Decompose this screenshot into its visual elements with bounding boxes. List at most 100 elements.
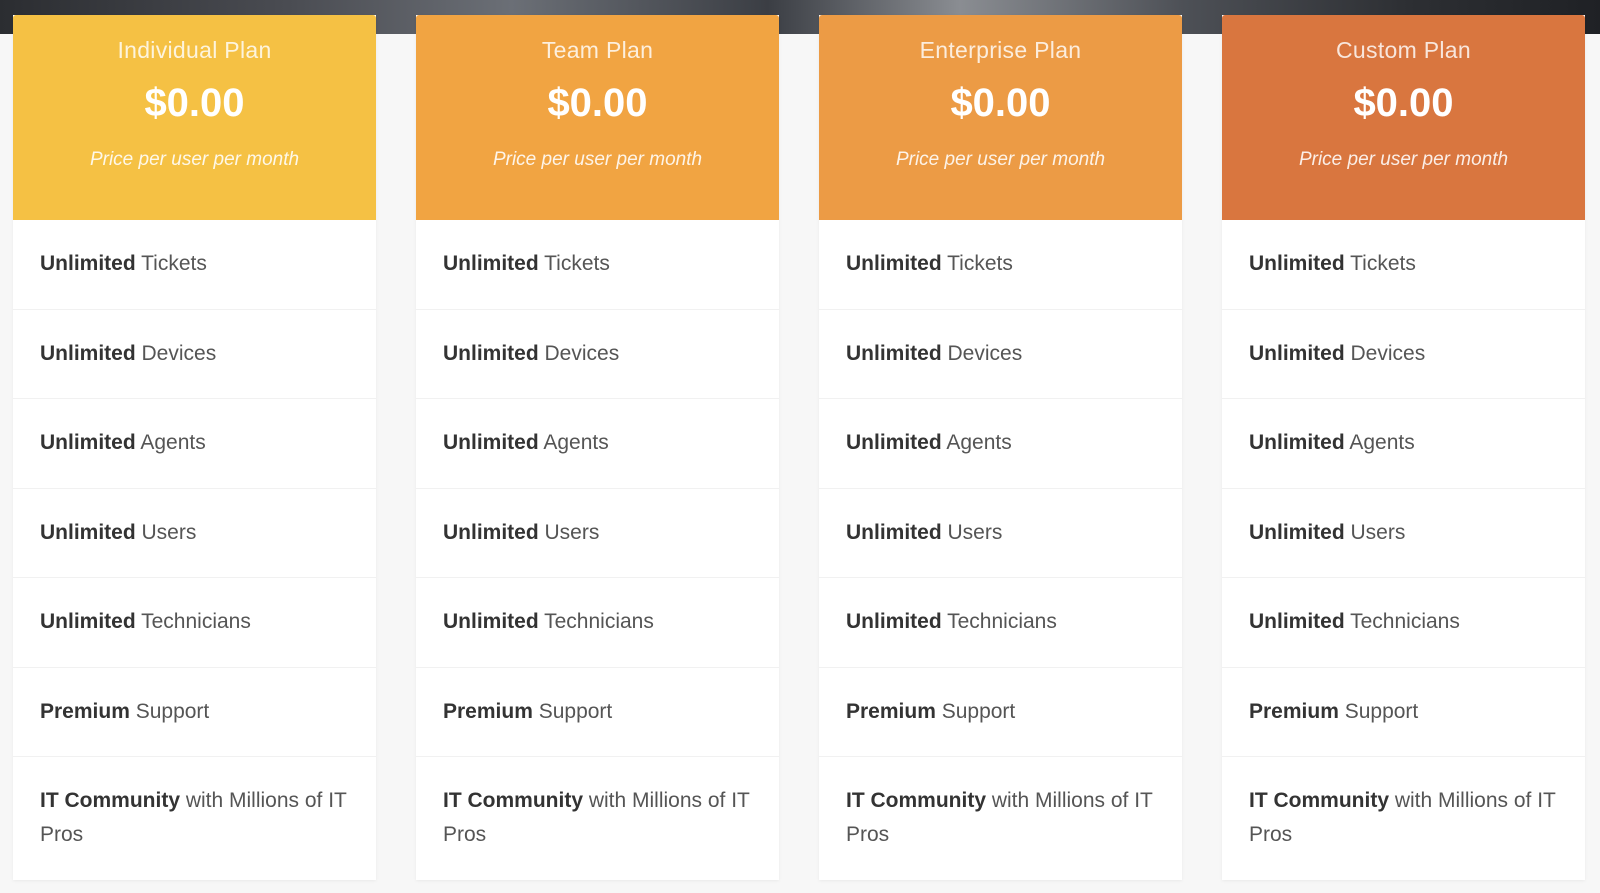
feature-highlight: IT Community	[1249, 789, 1389, 812]
plan-header: Custom Plan $0.00 Price per user per mon…	[1222, 15, 1585, 220]
feature-text: Agents	[941, 431, 1012, 455]
feature-item: Unlimited Users	[13, 489, 376, 578]
feature-item: IT Community with Millions of IT Pros	[13, 757, 376, 880]
feature-item: Unlimited Agents	[1222, 399, 1585, 489]
feature-list: Unlimited Tickets Unlimited Devices Unli…	[819, 220, 1182, 880]
feature-text: Devices	[941, 341, 1023, 365]
plan-name: Custom Plan	[1336, 37, 1471, 63]
plan-price-note: Price per user per month	[895, 149, 1106, 170]
feature-text: Users	[941, 520, 1003, 544]
feature-text: Users	[538, 520, 600, 544]
feature-item: Unlimited Devices	[1222, 310, 1585, 399]
feature-highlight: Unlimited	[40, 431, 136, 455]
feature-highlight: Premium	[443, 699, 533, 723]
feature-item: Unlimited Tickets	[416, 220, 779, 310]
feature-text: Agents	[135, 431, 206, 455]
feature-item: Unlimited Tickets	[13, 220, 376, 310]
feature-highlight: Unlimited	[40, 610, 136, 634]
plan-card-custom: Custom Plan $0.00 Price per user per mon…	[1222, 15, 1585, 880]
feature-text: Devices	[1344, 341, 1426, 365]
feature-text: Devices	[538, 341, 620, 365]
feature-text: Agents	[538, 431, 609, 455]
feature-text: Technicians	[538, 610, 654, 634]
feature-text: Tickets	[135, 252, 207, 276]
feature-text: Tickets	[941, 252, 1013, 276]
feature-highlight: Unlimited	[443, 252, 539, 276]
feature-text: Support	[532, 699, 613, 723]
feature-highlight: Premium	[846, 699, 936, 723]
feature-list: Unlimited Tickets Unlimited Devices Unli…	[416, 220, 779, 880]
feature-highlight: Unlimited	[846, 252, 942, 276]
feature-highlight: Unlimited	[846, 520, 942, 544]
plan-price-note: Price per user per month	[492, 149, 703, 170]
feature-highlight: Premium	[40, 699, 130, 723]
feature-highlight: Unlimited	[443, 520, 539, 544]
feature-item: Unlimited Tickets	[819, 220, 1182, 310]
feature-highlight: Unlimited	[40, 252, 136, 276]
feature-item: Premium Support	[1222, 668, 1585, 757]
feature-highlight: Unlimited	[846, 431, 942, 455]
feature-highlight: IT Community	[443, 789, 583, 812]
feature-text: Technicians	[941, 610, 1057, 634]
feature-highlight: Unlimited	[40, 341, 136, 365]
feature-item: Unlimited Devices	[416, 310, 779, 399]
plan-header: Enterprise Plan $0.00 Price per user per…	[819, 15, 1182, 220]
feature-text: Tickets	[538, 252, 610, 276]
plan-card-enterprise: Enterprise Plan $0.00 Price per user per…	[819, 15, 1182, 880]
plan-header: Individual Plan $0.00 Price per user per…	[13, 15, 376, 220]
plan-price: $0.00	[547, 81, 648, 125]
feature-text: Agents	[1344, 431, 1415, 455]
feature-text: Devices	[135, 341, 217, 365]
pricing-table: Individual Plan $0.00 Price per user per…	[13, 15, 1585, 880]
feature-item: Unlimited Agents	[416, 399, 779, 489]
plan-price: $0.00	[144, 81, 245, 125]
plan-name: Enterprise Plan	[919, 37, 1082, 63]
feature-list: Unlimited Tickets Unlimited Devices Unli…	[1222, 220, 1585, 880]
feature-highlight: IT Community	[40, 789, 180, 812]
plan-price-note: Price per user per month	[89, 149, 300, 170]
feature-text: Support	[129, 699, 210, 723]
feature-highlight: Unlimited	[1249, 252, 1345, 276]
plan-price-note: Price per user per month	[1298, 149, 1509, 170]
feature-item: Unlimited Devices	[13, 310, 376, 399]
feature-highlight: Unlimited	[443, 610, 539, 634]
feature-item: Unlimited Technicians	[1222, 578, 1585, 668]
plan-name: Individual Plan	[117, 37, 272, 63]
feature-item: Premium Support	[13, 668, 376, 757]
feature-item: Premium Support	[819, 668, 1182, 757]
feature-text: Technicians	[1344, 610, 1460, 634]
feature-highlight: Unlimited	[846, 341, 942, 365]
feature-item: Unlimited Technicians	[819, 578, 1182, 668]
feature-highlight: Premium	[1249, 699, 1339, 723]
feature-item: Unlimited Tickets	[1222, 220, 1585, 310]
feature-highlight: IT Community	[846, 789, 986, 812]
feature-item: Unlimited Users	[416, 489, 779, 578]
plan-header: Team Plan $0.00 Price per user per month	[416, 15, 779, 220]
feature-item: IT Community with Millions of IT Pros	[819, 757, 1182, 880]
feature-item: IT Community with Millions of IT Pros	[416, 757, 779, 880]
feature-text: Users	[135, 520, 197, 544]
plan-card-team: Team Plan $0.00 Price per user per month…	[416, 15, 779, 880]
feature-highlight: Unlimited	[1249, 431, 1345, 455]
feature-highlight: Unlimited	[846, 610, 942, 634]
plan-card-individual: Individual Plan $0.00 Price per user per…	[13, 15, 376, 880]
feature-highlight: Unlimited	[40, 520, 136, 544]
feature-text: Users	[1344, 520, 1406, 544]
feature-text: Tickets	[1344, 252, 1416, 276]
feature-highlight: Unlimited	[1249, 341, 1345, 365]
plan-price: $0.00	[1353, 81, 1454, 125]
feature-text: Support	[1338, 699, 1419, 723]
feature-text: Support	[935, 699, 1016, 723]
feature-item: Unlimited Agents	[819, 399, 1182, 489]
feature-item: Unlimited Technicians	[13, 578, 376, 668]
feature-item: IT Community with Millions of IT Pros	[1222, 757, 1585, 880]
feature-list: Unlimited Tickets Unlimited Devices Unli…	[13, 220, 376, 880]
feature-highlight: Unlimited	[443, 341, 539, 365]
feature-item: Unlimited Users	[819, 489, 1182, 578]
feature-highlight: Unlimited	[443, 431, 539, 455]
plan-price: $0.00	[950, 81, 1051, 125]
feature-text: Technicians	[135, 610, 251, 634]
feature-item: Premium Support	[416, 668, 779, 757]
feature-item: Unlimited Devices	[819, 310, 1182, 399]
plan-name: Team Plan	[541, 37, 654, 63]
